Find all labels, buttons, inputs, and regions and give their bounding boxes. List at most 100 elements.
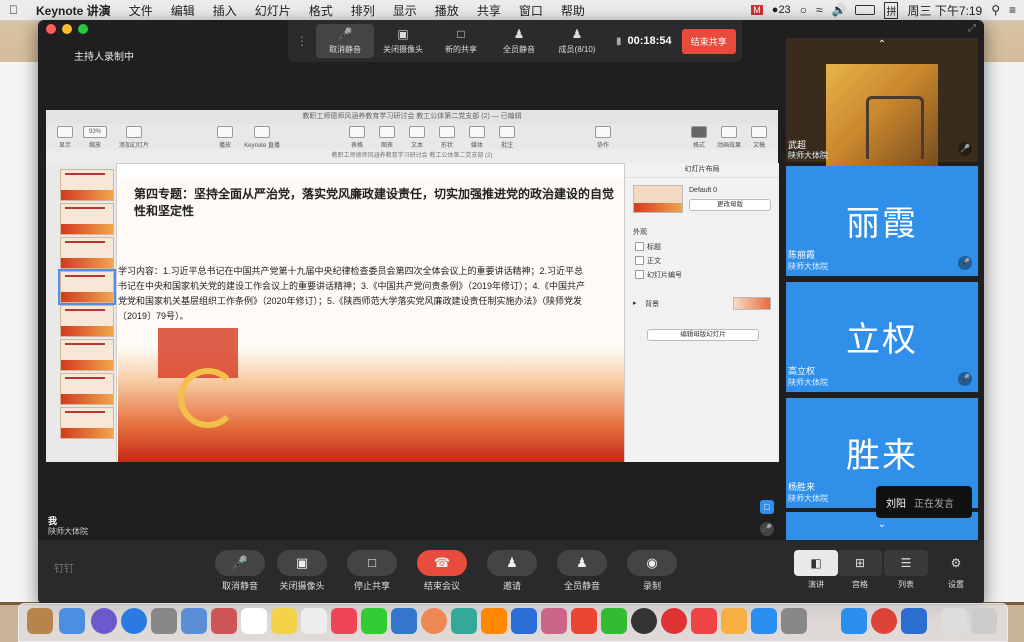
menu-item[interactable]: 编辑 [171,2,195,19]
end-share-button[interactable]: 结束共享 [681,28,736,54]
slide-thumbnail[interactable] [60,237,114,269]
speaker-view-button[interactable]: ◧ 演讲 [794,550,838,590]
photo-app-icon[interactable] [571,608,597,634]
volume-icon[interactable]: 🔊 [832,3,847,17]
safari-icon[interactable] [121,608,147,634]
apple-menu-icon[interactable]:  [9,3,18,17]
scroll-down-icon[interactable]: ⌄ [862,518,902,532]
zoom-button[interactable]: 93% 缩放 [80,126,110,149]
record-button[interactable]: ◉ 录制 [618,550,686,592]
books-icon[interactable] [721,608,747,634]
alipay-icon[interactable] [901,608,927,634]
disclosure-icon[interactable]: ▸ [633,299,637,307]
camera-off-button[interactable]: ▣ 关闭摄像头 [374,27,432,55]
slide-thumbnail-selected[interactable] [58,269,116,305]
unmute-button[interactable]: 🎤 取消静音 [316,24,374,58]
dingtalk-icon[interactable] [841,608,867,634]
menu-item[interactable]: 帮助 [561,2,585,19]
itunes-icon[interactable] [541,608,567,634]
status-icon[interactable]: ○ [800,3,807,17]
menu-item[interactable]: 共享 [477,2,501,19]
drag-handle-icon[interactable]: ⋮ [296,34,308,48]
zoom-window-icon[interactable] [78,24,88,34]
mute-all-button[interactable]: ♟ 全员静音 [490,27,548,55]
body-checkbox[interactable] [635,256,644,265]
photos-icon[interactable] [331,608,357,634]
mute-all-button[interactable]: ♟ 全员静音 [548,550,616,592]
launchpad-icon[interactable] [151,608,177,634]
view-button[interactable]: 显示 [50,126,80,149]
system-preferences-icon[interactable] [781,608,807,634]
siri-icon[interactable] [91,608,117,634]
menu-item[interactable]: 排列 [351,2,375,19]
slide-number-checkbox[interactable] [635,270,644,279]
change-master-button[interactable]: 更改母版 [689,199,771,211]
notification-badge-icon[interactable]: ●23 [772,4,791,16]
pages-icon[interactable] [481,608,507,634]
shape-button[interactable]: 形状 [432,126,462,149]
settings-button[interactable]: ⚙ 设置 [934,550,978,590]
end-meeting-button[interactable]: ☎ 结束会议 [408,550,476,592]
slide-thumbnail[interactable] [60,203,114,235]
downloads-icon[interactable] [941,608,967,634]
menu-item[interactable]: 幻灯片 [255,2,291,19]
format-button[interactable]: 格式 [684,126,714,149]
slide-canvas[interactable]: 第四专题：坚持全面从严治党，落实党风廉政建设责任，切实加强推进党的政治建设的自觉… [118,178,624,462]
menu-item[interactable]: 播放 [435,2,459,19]
slide-body-text[interactable]: 学习内容：1.习近平总书记在中国共产党第十九届中央纪律检查委员会第四次全体会议上… [118,264,588,324]
media-button[interactable]: 媒体 [462,126,492,149]
calendar-icon[interactable] [241,608,267,634]
grid-view-button[interactable]: ⊞ 宫格 [838,550,882,590]
clock[interactable]: 周三 下午7:19 [907,2,982,19]
battery-icon[interactable] [855,5,876,15]
news-icon[interactable] [661,608,687,634]
app-store-icon[interactable] [751,608,777,634]
menu-item[interactable]: 文件 [129,2,153,19]
keynote-icon[interactable] [511,608,537,634]
reminders-icon[interactable] [301,608,327,634]
chrome-icon[interactable] [871,608,897,634]
slide-thumbnail[interactable] [60,305,114,337]
trash-icon[interactable] [971,608,997,634]
gmail-status-icon[interactable]: M [751,5,763,15]
participant-tile[interactable]: ⌃ 武超 陕师大体院 🎤 [786,38,978,182]
menu-item[interactable]: 格式 [309,2,333,19]
new-share-button[interactable]: □ 新的共享 [432,27,490,55]
finder-icon[interactable] [59,608,85,634]
messages-icon[interactable] [391,608,417,634]
search-icon[interactable]: ⚲ [991,3,1000,17]
chart-button[interactable]: 图表 [372,126,402,149]
dock-app-icon[interactable] [27,608,53,634]
stop-share-button[interactable]: □ 停止共享 [338,550,406,592]
preview-icon[interactable] [181,608,207,634]
menu-item[interactable]: 窗口 [519,2,543,19]
chat-icon[interactable]: □ [760,500,774,514]
members-button[interactable]: ♟ 成员(8/10) [548,27,606,55]
input-method-icon[interactable]: 拼 [884,1,899,19]
qq-icon[interactable] [631,608,657,634]
keynote-live-button[interactable]: Keynote 直播 [240,126,284,149]
scroll-up-icon[interactable]: ⌃ [862,38,902,52]
photo-booth-icon[interactable] [211,608,237,634]
menu-item[interactable]: 插入 [213,2,237,19]
wifi-icon[interactable]: ≈ [816,3,823,17]
animate-button[interactable]: 动画效果 [714,126,744,149]
play-button[interactable]: 播放 [210,126,240,149]
table-button[interactable]: 表格 [342,126,372,149]
participant-tile[interactable]: 立权 高立权 陕师大体院 🎤 [786,282,978,392]
list-view-button[interactable]: ☰ 列表 [884,550,928,590]
menu-item[interactable]: 显示 [393,2,417,19]
unmute-button[interactable]: 🎤 取消静音 [206,550,274,592]
comment-button[interactable]: 批注 [492,126,522,149]
camera-off-button[interactable]: ▣ 关闭摄像头 [268,550,336,592]
facetime-icon[interactable] [361,608,387,634]
slide-thumbnail[interactable] [60,169,114,201]
add-slide-button[interactable]: 添加幻灯片 [114,126,154,149]
music-icon[interactable] [691,608,717,634]
master-thumbnail[interactable] [633,185,683,213]
invite-button[interactable]: ♟ 邀请 [478,550,546,592]
participant-tile[interactable]: 丽霞 陈丽霞 陕师大体院 🎤 [786,166,978,276]
notes-icon[interactable] [271,608,297,634]
wechat-icon[interactable] [601,608,627,634]
close-window-icon[interactable] [46,24,56,34]
